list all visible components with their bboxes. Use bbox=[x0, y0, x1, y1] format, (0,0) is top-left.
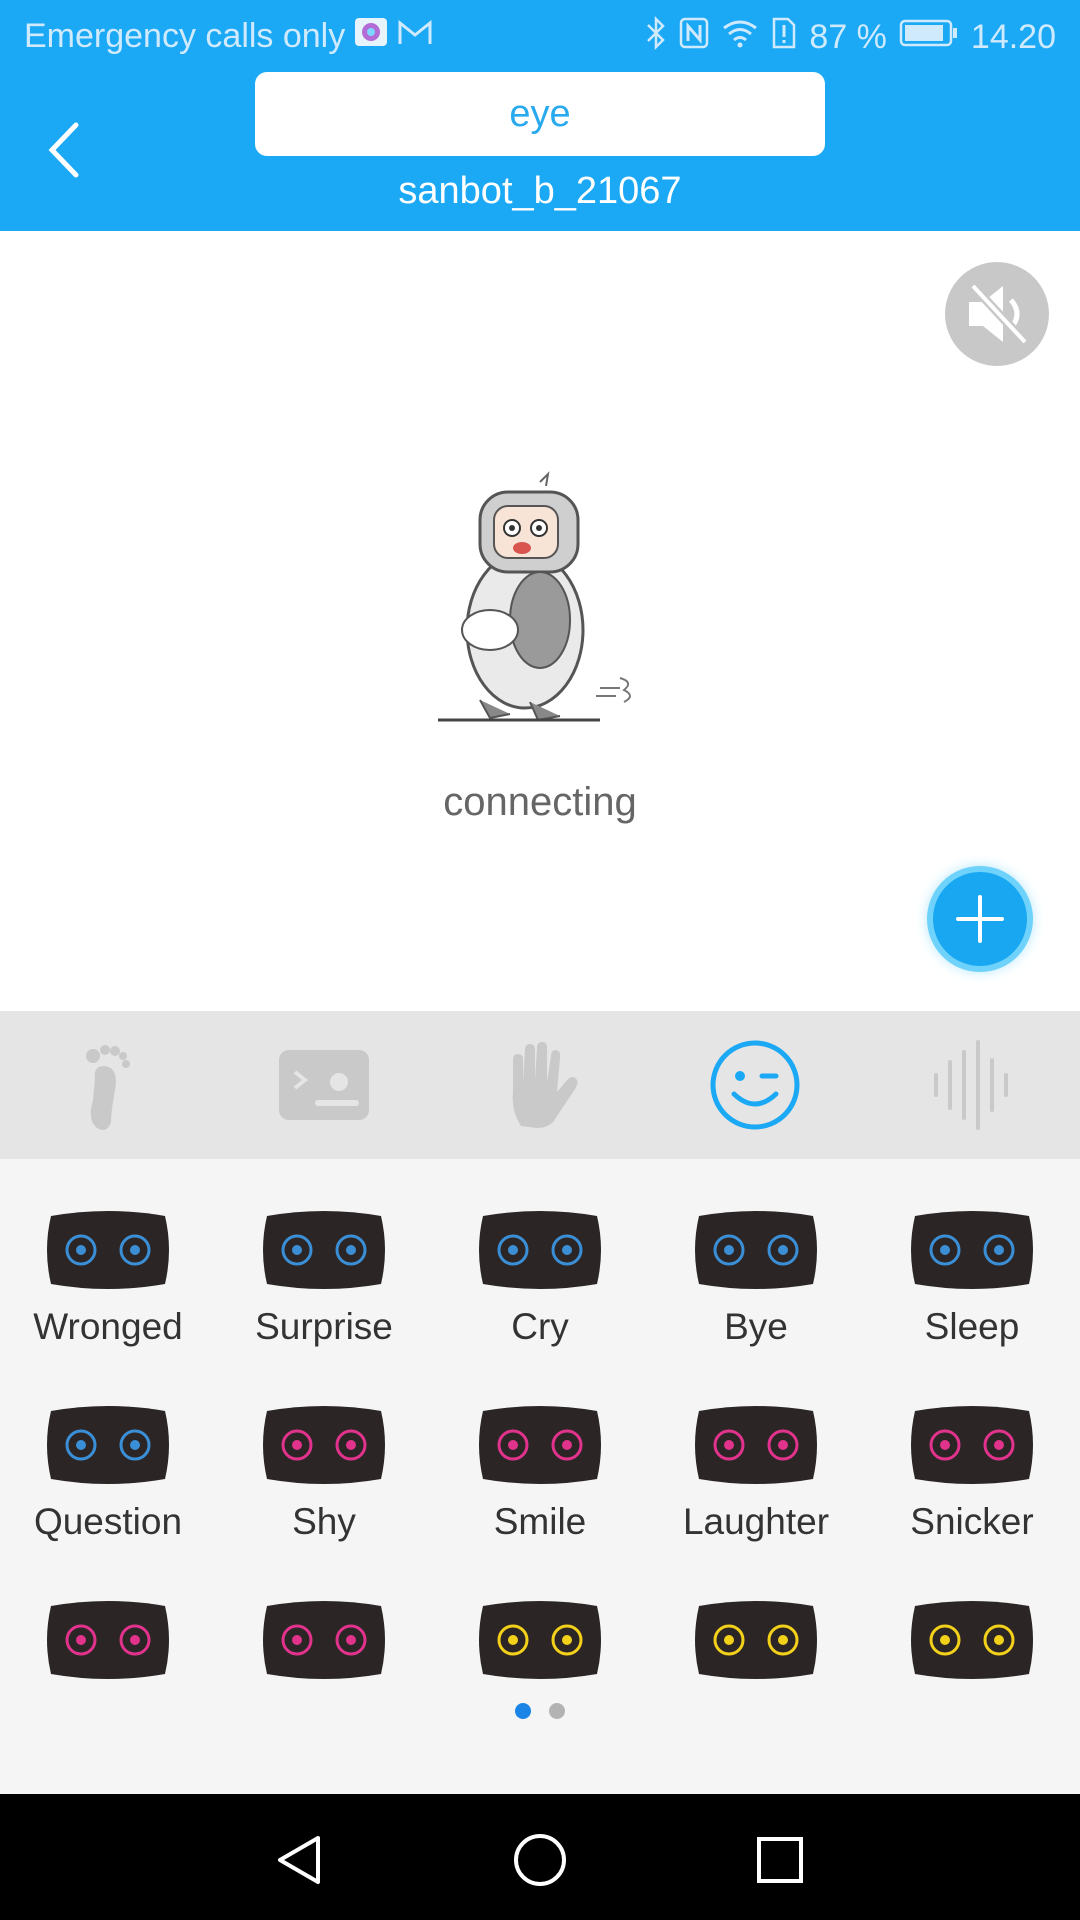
speaker-muted-icon bbox=[969, 282, 1029, 346]
expression-item[interactable]: Shy bbox=[216, 1403, 432, 1545]
nfc-icon bbox=[679, 17, 709, 58]
expression-label: Question bbox=[33, 1501, 183, 1542]
tab-gesture[interactable] bbox=[485, 1030, 595, 1140]
eye-expression-icon bbox=[695, 1406, 817, 1484]
wifi-icon bbox=[721, 18, 759, 57]
mode-title[interactable]: eye bbox=[255, 72, 825, 156]
expression-label: Surprise bbox=[255, 1306, 393, 1347]
triangle-back-icon bbox=[278, 1836, 320, 1884]
expression-label: Shy bbox=[292, 1501, 356, 1542]
page-dot[interactable] bbox=[549, 1703, 565, 1719]
robot-running-illustration bbox=[420, 470, 660, 740]
square-recents-icon bbox=[757, 1837, 803, 1883]
nav-recents-button[interactable] bbox=[750, 1830, 810, 1890]
expression-item[interactable]: Question bbox=[0, 1403, 216, 1545]
gmail-icon bbox=[397, 17, 433, 56]
wink-face-icon bbox=[710, 1040, 800, 1130]
sound-wave-icon bbox=[934, 1040, 1008, 1130]
circle-home-icon bbox=[514, 1834, 566, 1886]
expression-label: Smile bbox=[493, 1501, 587, 1542]
eye-expression-icon bbox=[47, 1601, 169, 1679]
eye-expression-icon bbox=[911, 1601, 1033, 1679]
expression-label: Laughter bbox=[682, 1501, 830, 1542]
app-notification-icon bbox=[353, 16, 389, 57]
sim-alert-icon bbox=[771, 17, 797, 58]
expression-item[interactable]: Laughter bbox=[648, 1403, 864, 1545]
expression-item[interactable]: Smile bbox=[432, 1403, 648, 1545]
eye-expression-icon bbox=[263, 1211, 385, 1289]
mute-button[interactable] bbox=[945, 262, 1049, 366]
expression-item[interactable]: Cry bbox=[432, 1208, 648, 1350]
nav-home-button[interactable] bbox=[510, 1830, 570, 1890]
tab-screen[interactable] bbox=[269, 1030, 379, 1140]
eye-expression-icon bbox=[47, 1211, 169, 1289]
eye-expression-icon bbox=[911, 1211, 1033, 1289]
tab-voice[interactable] bbox=[916, 1030, 1026, 1140]
screen-card-icon bbox=[279, 1050, 369, 1120]
page-dot-active[interactable] bbox=[515, 1703, 531, 1719]
clock: 14.20 bbox=[970, 18, 1056, 56]
footprint-icon bbox=[86, 1045, 130, 1130]
battery-percentage: 87 % bbox=[809, 18, 887, 56]
expression-item[interactable]: Snicker bbox=[864, 1403, 1080, 1545]
bluetooth-icon bbox=[645, 15, 667, 59]
tab-movement[interactable] bbox=[53, 1030, 163, 1140]
expression-label: Sleep bbox=[924, 1306, 1020, 1347]
expression-item[interactable]: Wronged bbox=[0, 1208, 216, 1350]
eye-expression-icon bbox=[47, 1406, 169, 1484]
hand-icon bbox=[512, 1042, 578, 1128]
tab-expression[interactable] bbox=[700, 1030, 810, 1140]
eye-expression-icon bbox=[263, 1601, 385, 1679]
expression-item[interactable]: Bye bbox=[648, 1208, 864, 1350]
eye-expression-icon bbox=[479, 1601, 601, 1679]
add-button[interactable] bbox=[933, 872, 1027, 966]
page-indicator bbox=[0, 1703, 1080, 1719]
eye-expression-icon bbox=[479, 1211, 601, 1289]
nav-back-button[interactable] bbox=[270, 1830, 330, 1890]
device-name: sanbot_b_21067 bbox=[398, 170, 682, 212]
expression-item[interactable]: Sleep bbox=[864, 1208, 1080, 1350]
battery-icon bbox=[899, 18, 959, 57]
connection-status: connecting bbox=[443, 780, 637, 824]
expression-label: Wronged bbox=[33, 1306, 183, 1347]
eye-expression-icon bbox=[695, 1601, 817, 1679]
status-bar: Emergency calls only 87 % 14.20 bbox=[0, 0, 1080, 72]
eye-expression-icon bbox=[263, 1406, 385, 1484]
carrier-text: Emergency calls only bbox=[24, 17, 346, 55]
plus-icon bbox=[956, 895, 1004, 943]
eye-expression-icon bbox=[695, 1211, 817, 1289]
eye-expression-icon bbox=[911, 1406, 1033, 1484]
expression-label: Cry bbox=[511, 1306, 569, 1347]
expression-label: Snicker bbox=[910, 1501, 1034, 1542]
eye-expression-icon bbox=[479, 1406, 601, 1484]
expression-item[interactable]: Surprise bbox=[216, 1208, 432, 1350]
expression-label: Bye bbox=[724, 1306, 788, 1347]
